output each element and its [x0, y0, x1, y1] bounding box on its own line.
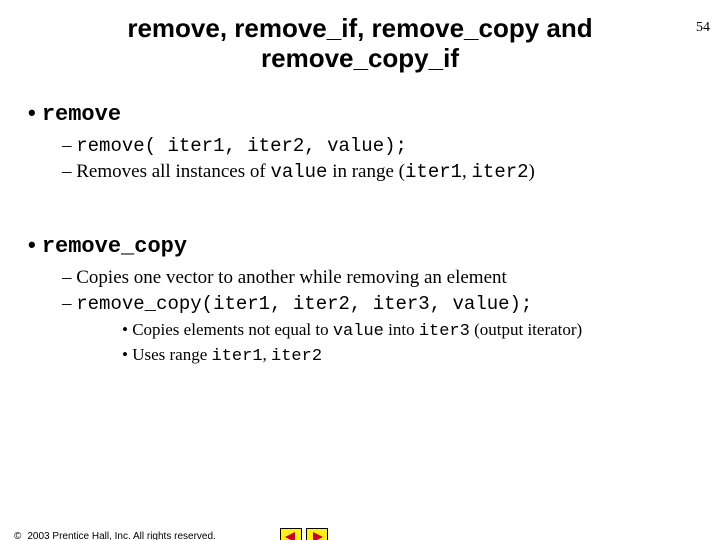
prev-slide-button[interactable]: [280, 528, 302, 540]
slide: 54 remove, remove_if, remove_copy and re…: [0, 14, 720, 540]
copyright-icon: ©: [14, 531, 21, 540]
section-heading: remove_copy: [42, 234, 187, 259]
list-item: remove_copy(iter1, iter2, iter3, value);…: [62, 291, 692, 370]
triangle-left-icon: [285, 532, 295, 540]
footer: © 2003 Prentice Hall, Inc. All rights re…: [14, 531, 216, 540]
triangle-right-icon: [313, 532, 323, 540]
nav-buttons: [280, 528, 328, 540]
list-item: remove( iter1, iter2, value);: [62, 133, 692, 160]
spacer: [28, 186, 692, 214]
section-heading: remove: [42, 102, 121, 127]
slide-title: remove, remove_if, remove_copy and remov…: [0, 14, 720, 74]
list-item: Copies elements not equal to value into …: [122, 319, 692, 344]
footer-text: 2003 Prentice Hall, Inc. All rights rese…: [27, 531, 215, 540]
section-remove: remove remove( iter1, iter2, value); Rem…: [28, 100, 692, 186]
page-number: 54: [696, 20, 710, 36]
next-slide-button[interactable]: [306, 528, 328, 540]
list-item: Uses range iter1, iter2: [122, 344, 692, 369]
list-item: Copies one vector to another while remov…: [62, 265, 692, 291]
slide-content: remove remove( iter1, iter2, value); Rem…: [0, 74, 720, 369]
section-remove-copy: remove_copy Copies one vector to another…: [28, 232, 692, 369]
bullet-list: remove remove( iter1, iter2, value); Rem…: [28, 100, 692, 369]
list-item: Removes all instances of value in range …: [62, 159, 692, 186]
